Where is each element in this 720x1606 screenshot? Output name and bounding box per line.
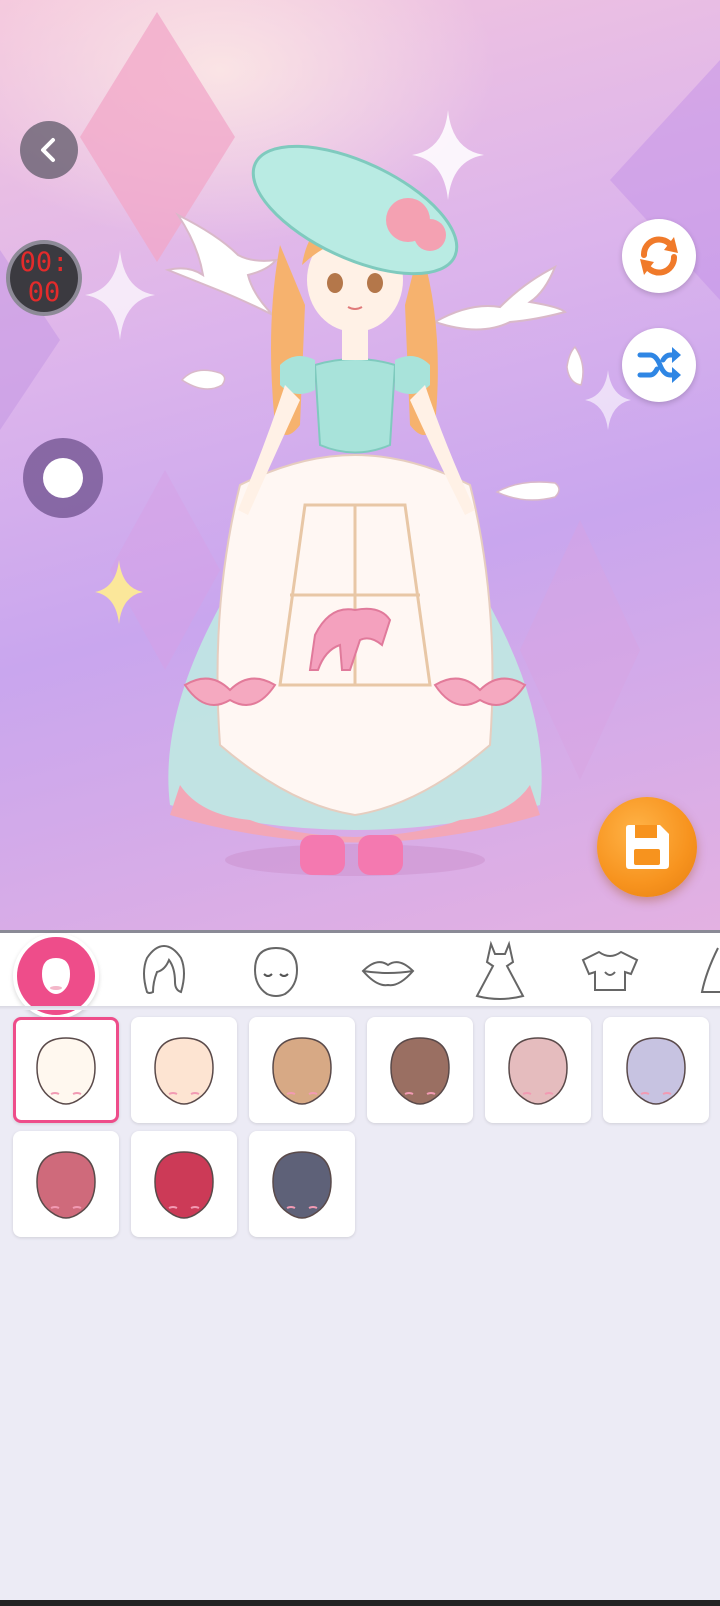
- toggle-knob: [43, 458, 83, 498]
- skin-tone-swatch[interactable]: [485, 1017, 591, 1123]
- tab-top[interactable]: [578, 939, 642, 1003]
- category-tab-bar: [0, 930, 720, 1019]
- refresh-button[interactable]: [622, 219, 696, 293]
- toggle-button[interactable]: [23, 438, 103, 518]
- head-shape-icon: [154, 1037, 214, 1105]
- skin-tone-swatch[interactable]: [249, 1131, 355, 1237]
- tab-hair[interactable]: [132, 939, 196, 1003]
- lips-icon: [361, 961, 415, 987]
- chevron-left-icon: [41, 138, 55, 162]
- system-home-bar: [0, 1600, 720, 1606]
- dressed-character: [168, 144, 542, 876]
- skin-tone-swatch[interactable]: [131, 1131, 237, 1237]
- shuffle-button[interactable]: [622, 328, 696, 402]
- hair-icon: [143, 944, 185, 994]
- head-shape-icon: [272, 1037, 332, 1105]
- head-shape-icon: [508, 1037, 568, 1105]
- refresh-icon: [640, 236, 678, 276]
- back-button[interactable]: [20, 121, 78, 179]
- tab-dress[interactable]: [468, 939, 532, 1003]
- skin-tone-swatch[interactable]: [367, 1017, 473, 1123]
- skin-tone-swatch[interactable]: [603, 1017, 709, 1123]
- head-shape-icon: [626, 1037, 686, 1105]
- save-button[interactable]: [597, 797, 697, 897]
- skin-tone-swatch[interactable]: [131, 1017, 237, 1123]
- top-icon: [581, 950, 639, 991]
- tab-more[interactable]: [686, 939, 720, 1003]
- tab-mouth[interactable]: [356, 939, 420, 1003]
- shuffle-icon: [637, 347, 681, 383]
- head-shape-icon: [36, 1151, 96, 1219]
- face-skin-icon: [42, 958, 70, 994]
- tab-face[interactable]: [244, 939, 308, 1003]
- more-icon: [700, 947, 720, 993]
- head-shape-icon: [36, 1037, 96, 1105]
- face-icon: [253, 946, 299, 997]
- skin-tone-swatch[interactable]: [13, 1131, 119, 1237]
- tab-bar-divider: [0, 1006, 720, 1010]
- floppy-disk-icon: [626, 825, 669, 869]
- head-shape-icon: [390, 1037, 450, 1105]
- skin-tone-swatch[interactable]: [249, 1017, 355, 1123]
- timer-display: 00:00: [6, 240, 82, 316]
- character-stage: 00:00: [0, 0, 720, 930]
- dress-icon: [475, 940, 525, 1000]
- skin-tone-swatch[interactable]: [13, 1017, 119, 1123]
- head-shape-icon: [272, 1151, 332, 1219]
- head-shape-icon: [154, 1151, 214, 1219]
